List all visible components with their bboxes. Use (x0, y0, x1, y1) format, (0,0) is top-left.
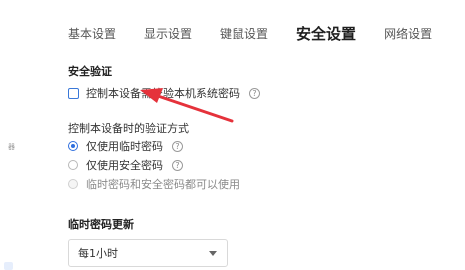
security-verification-title: 安全验证 (68, 65, 112, 78)
require-system-password-checkbox[interactable] (68, 87, 79, 99)
radio-security-password-only[interactable]: 仅使用安全密码 ? (68, 157, 183, 173)
radio-both-passwords: 临时密码和安全密码都可以使用 (68, 176, 240, 192)
left-sidebar-selection-marker (4, 262, 13, 270)
tab-display[interactable]: 显示设置 (144, 25, 192, 42)
temp-password-update-value[interactable]: 每1小时 (78, 245, 118, 261)
help-icon[interactable]: ? (172, 159, 183, 171)
radio-button[interactable] (68, 160, 78, 170)
tab-keyboard-mouse[interactable]: 键鼠设置 (220, 25, 268, 42)
temp-password-update-title: 临时密码更新 (68, 218, 134, 231)
verification-mode-title: 控制本设备时的验证方式 (68, 122, 189, 135)
require-system-password-label[interactable]: 控制本设备需校验本机系统密码 (86, 85, 240, 101)
radio-label-both-passwords: 临时密码和安全密码都可以使用 (86, 178, 240, 191)
help-icon[interactable]: ? (249, 87, 260, 99)
radio-temp-password-only[interactable]: 仅使用临时密码 ? (68, 138, 183, 154)
security-settings-page: 器 基本设置 显示设置 键鼠设置 安全设置 网络设置 安全验证 控制本设备需校验… (0, 0, 465, 270)
radio-label-security-password-only[interactable]: 仅使用安全密码 (86, 157, 163, 173)
left-sidebar-glyph: 器 (8, 143, 15, 151)
radio-label-temp-password-only[interactable]: 仅使用临时密码 (86, 138, 163, 154)
radio-button-disabled (68, 179, 78, 189)
help-icon[interactable]: ? (172, 140, 183, 152)
require-system-password-option[interactable]: 控制本设备需校验本机系统密码 ? (68, 85, 260, 101)
chevron-down-icon[interactable] (209, 251, 217, 256)
tab-security[interactable]: 安全设置 (296, 23, 356, 44)
temp-password-update-select[interactable]: 每1小时 (68, 239, 228, 267)
settings-tabs: 基本设置 显示设置 键鼠设置 安全设置 网络设置 (68, 21, 460, 45)
tab-basic[interactable]: 基本设置 (68, 25, 116, 42)
left-sidebar: 器 (0, 0, 22, 270)
tab-network[interactable]: 网络设置 (384, 25, 432, 42)
radio-button-checked[interactable] (68, 141, 78, 151)
